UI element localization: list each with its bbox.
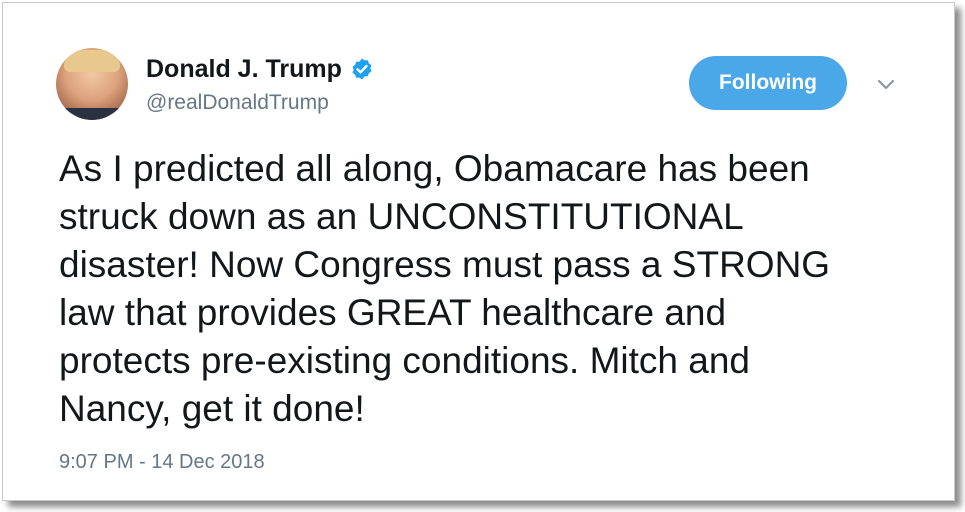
chevron-down-icon[interactable] (875, 73, 897, 95)
author-handle[interactable]: @realDonaldTrump (146, 91, 329, 115)
following-button[interactable]: Following (689, 56, 847, 110)
avatar[interactable] (56, 48, 128, 120)
tweet-timestamp[interactable]: 9:07 PM - 14 Dec 2018 (59, 451, 265, 474)
tweet-text: As I predicted all along, Obamacare has … (59, 148, 831, 429)
tweet-card: Donald J. Trump @realDonaldTrump Followi… (2, 2, 955, 501)
author-name-row: Donald J. Trump (146, 53, 374, 85)
author-display-name[interactable]: Donald J. Trump (146, 55, 342, 84)
verified-badge-icon (352, 58, 372, 80)
